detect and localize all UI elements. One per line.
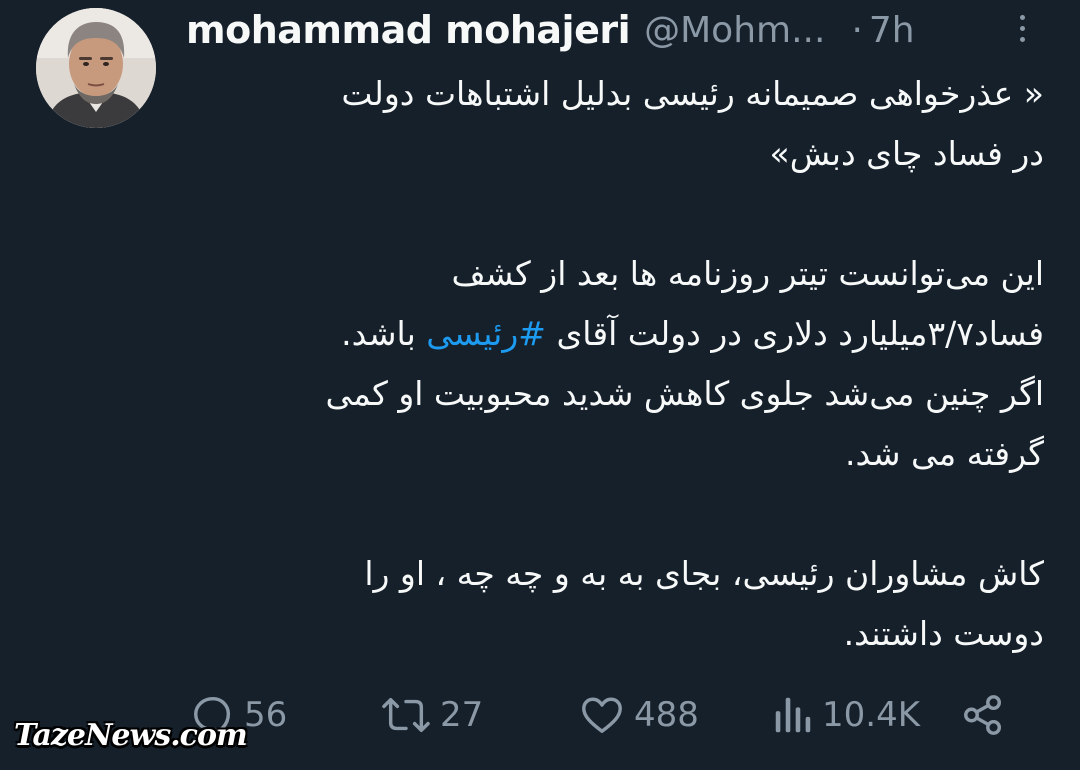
tweet[interactable]: mohammad mohajeri @Mohm... · 7h « عذرخوا… <box>0 0 1080 770</box>
tweet-text: « عذرخواهی صمیمانه رئیسی بدلیل اشتباهات … <box>184 64 1044 664</box>
retweet-icon <box>382 697 430 733</box>
tweet-line-text: باشد. <box>341 314 427 353</box>
views-count: 10.4K <box>822 695 920 735</box>
watermark-logo: TazeNews.com <box>14 718 248 753</box>
more-dot <box>1019 25 1025 31</box>
tweet-line: دوست داشتند. <box>843 614 1044 653</box>
reply-count: 56 <box>244 695 288 735</box>
retweet-button[interactable]: 27 <box>380 680 483 750</box>
avatar[interactable] <box>36 8 156 128</box>
tweet-header: mohammad mohajeri @Mohm... · 7h <box>186 2 1046 58</box>
share-icon <box>964 695 1002 735</box>
tweet-line-text: فساد۳/۷میلیارد دلاری در دولت آقای <box>545 314 1044 353</box>
heart-icon <box>582 697 622 734</box>
tweet-line: اگر چنین می‌شد جلوی کاهش شدید محبوبیت او… <box>325 374 1044 413</box>
like-count: 488 <box>634 695 699 735</box>
tweet-line: کاش مشاوران رئیسی، بجای به به و چه چه ، … <box>364 554 1044 593</box>
author-handle[interactable]: @Mohm... <box>644 10 825 51</box>
tweet-line: « عذرخواهی صمیمانه رئیسی بدلیل اشتباهات … <box>341 74 1044 113</box>
separator-dot: · <box>851 9 863 51</box>
like-button[interactable]: 488 <box>578 680 699 750</box>
tweet-line: این می‌توانست تیتر روزنامه ها بعد از کشف <box>451 254 1044 293</box>
more-dot <box>1019 36 1025 42</box>
views-icon <box>775 697 811 733</box>
views-button[interactable]: 10.4K <box>772 680 920 750</box>
more-icon[interactable] <box>1005 8 1039 48</box>
tweet-line-with-hashtag: فساد۳/۷میلیارد دلاری در دولت آقای #رئیسی… <box>184 304 1044 364</box>
tweet-line: در فساد چای دبش» <box>769 134 1045 173</box>
retweet-count: 27 <box>440 695 484 735</box>
tweet-line: گرفته می شد. <box>845 434 1044 473</box>
avatar-image <box>36 8 156 128</box>
author-name[interactable]: mohammad mohajeri <box>186 8 631 52</box>
hashtag-link[interactable]: #رئیسی <box>426 314 546 353</box>
more-dot <box>1019 14 1025 20</box>
tweet-timestamp[interactable]: 7h <box>869 10 915 51</box>
share-button[interactable] <box>960 680 1006 750</box>
